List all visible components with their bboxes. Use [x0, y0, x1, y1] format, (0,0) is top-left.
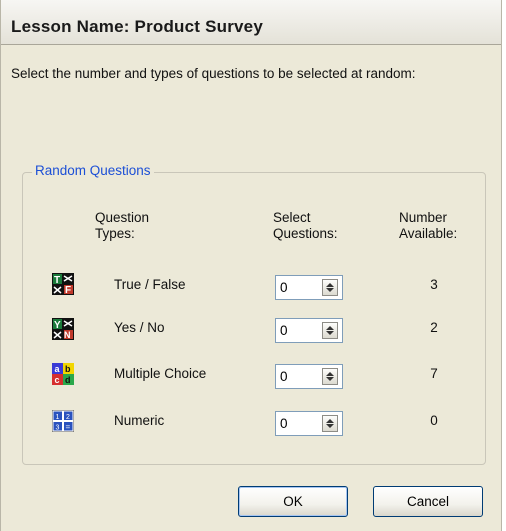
- available-numeric: 0: [430, 413, 438, 428]
- header-types-line2: Types:: [95, 226, 135, 241]
- available-true-false: 3: [430, 277, 438, 292]
- yes-no-spinner[interactable]: [275, 318, 343, 343]
- lesson-dialog: Lesson Name: Product Survey Select the n…: [0, 0, 502, 531]
- available-multiple-choice: 7: [430, 366, 438, 381]
- instruction-text: Select the number and types of questions…: [11, 66, 416, 81]
- header-types-line1: Question: [95, 210, 150, 225]
- svg-text:F: F: [65, 285, 71, 295]
- available-yes-no: 2: [430, 320, 438, 335]
- spinner-arrows-icon[interactable]: [322, 415, 338, 432]
- row-label-true-false: True / False: [114, 277, 186, 292]
- spinner-arrows-icon[interactable]: [322, 279, 338, 296]
- true-false-input[interactable]: [280, 280, 318, 295]
- svg-text:T: T: [54, 275, 60, 286]
- header-select-line2: Questions:: [273, 226, 338, 241]
- title-bar[interactable]: Lesson Name: Product Survey: [1, 0, 501, 45]
- ok-button[interactable]: OK: [238, 486, 348, 517]
- spinner-arrows-icon[interactable]: [322, 368, 338, 385]
- numeric-spinner[interactable]: [275, 411, 343, 436]
- row-label-numeric: Numeric: [114, 413, 165, 428]
- group-label: Random Questions: [32, 163, 154, 178]
- svg-text:2: 2: [66, 414, 70, 421]
- true-false-spinner[interactable]: [275, 275, 343, 300]
- header-available-line1: Number: [399, 210, 448, 225]
- header-select-questions: Select Questions:: [273, 210, 338, 242]
- svg-text:d: d: [65, 375, 71, 385]
- header-question-types: Question Types:: [95, 210, 149, 242]
- spinner-arrows-icon[interactable]: [322, 322, 338, 339]
- row-label-yes-no: Yes / No: [114, 320, 165, 335]
- multiple-choice-icon: a b c d: [52, 363, 74, 385]
- numeric-icon: 1 2 3 =: [51, 409, 75, 433]
- svg-text:=: =: [66, 423, 71, 432]
- svg-text:3: 3: [56, 425, 60, 432]
- true-false-icon: T F: [52, 273, 74, 296]
- cancel-button[interactable]: Cancel: [373, 486, 483, 517]
- yes-no-icon: Y N: [52, 318, 74, 340]
- header-select-line1: Select: [273, 210, 311, 225]
- multiple-choice-input[interactable]: [280, 369, 318, 384]
- multiple-choice-spinner[interactable]: [275, 364, 343, 389]
- svg-text:c: c: [55, 375, 60, 385]
- header-available-line2: Available:: [399, 226, 458, 241]
- row-label-multiple-choice: Multiple Choice: [114, 366, 207, 381]
- svg-text:1: 1: [56, 414, 60, 421]
- yes-no-input[interactable]: [280, 323, 318, 338]
- window-title: Lesson Name: Product Survey: [11, 17, 263, 36]
- svg-text:Y: Y: [54, 320, 61, 331]
- svg-text:N: N: [64, 330, 71, 340]
- svg-text:b: b: [65, 364, 71, 374]
- numeric-input[interactable]: [280, 416, 318, 431]
- header-number-available: Number Available:: [399, 210, 457, 242]
